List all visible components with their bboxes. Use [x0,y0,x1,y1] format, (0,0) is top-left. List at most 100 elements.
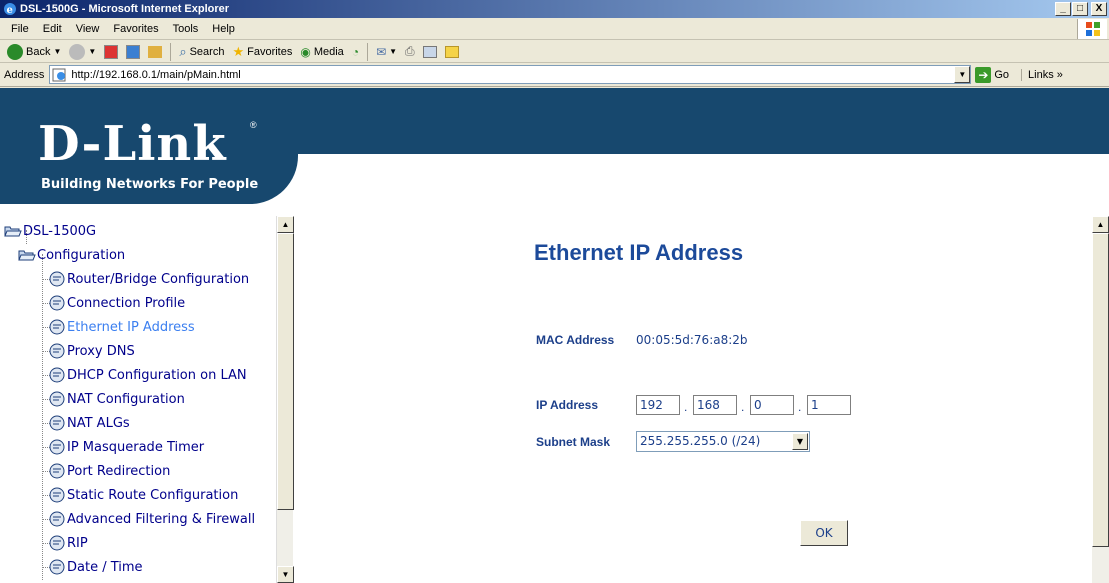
menu-help[interactable]: Help [205,23,242,35]
toolbar: Back ▼ ▼ ⌕ Search ★ Favorites ◉ Media ◔ … [0,41,1109,63]
chevron-down-icon: ▼ [389,47,398,56]
tree-group-label: Configuration [37,247,126,263]
mail-icon: ✉ [376,44,387,59]
tree-item-dhcp-configuration[interactable]: DHCP Configuration on LAN [48,364,247,386]
tree-scrollbar[interactable]: ▲ ▼ [276,216,294,583]
mail-button[interactable]: ✉ ▼ [373,42,400,62]
tree-item-label: NAT ALGs [67,415,130,431]
tree-item-connection-profile[interactable]: Connection Profile [48,292,185,314]
menu-file[interactable]: File [4,23,36,35]
messenger-button[interactable] [442,42,462,62]
tree-item-ip-masquerade-timer[interactable]: IP Masquerade Timer [48,436,204,458]
ok-button[interactable]: OK [800,520,848,546]
tree-group-configuration[interactable]: Configuration [18,244,125,266]
page-document-icon [49,511,65,527]
back-arrow-icon [7,43,23,60]
back-label: Back [26,45,51,58]
media-icon: ◉ [300,44,311,59]
links-button[interactable]: Links » [1021,68,1063,81]
ip-octet-2-input[interactable]: 168 [693,395,737,415]
tree-root-label: DSL-1500G [23,223,97,239]
main-scrollbar[interactable]: ▲ [1092,216,1109,583]
history-button[interactable]: ◔ [349,42,362,62]
ip-dot-separator: . [798,400,802,414]
go-button[interactable]: ➔ Go [975,66,1010,83]
scroll-down-button[interactable]: ▼ [277,566,294,583]
tree-item-static-route[interactable]: Static Route Configuration [48,484,238,506]
subnet-mask-select[interactable]: 255.255.255.0 (/24) ▼ [636,431,810,452]
tree-item-label: Port Redirection [67,463,171,479]
address-input[interactable]: http://192.168.0.1/main/pMain.html ▼ [49,65,972,84]
page-content: D-Link ® Building Networks For People DS… [0,88,1109,583]
tree-root-dsl-1500g[interactable]: DSL-1500G [4,220,96,242]
stop-button[interactable] [101,42,121,62]
page-document-icon [49,343,65,359]
page-title: Ethernet IP Address [534,240,744,265]
tree-item-advanced-filtering[interactable]: Advanced Filtering & Firewall [48,508,255,530]
address-dropdown-button[interactable]: ▼ [954,66,971,83]
refresh-button[interactable] [123,42,143,62]
ip-octet-4-input[interactable]: 1 [807,395,851,415]
tree-item-label: Router/Bridge Configuration [67,271,250,287]
tree-item-nat-algs[interactable]: NAT ALGs [48,412,130,434]
open-folder-icon [4,226,22,237]
page-document-icon [49,295,65,311]
subnet-mask-label: Subnet Mask [536,435,611,449]
svg-text:e: e [7,5,13,16]
page-document-icon [49,535,65,551]
menu-bar: File Edit View Favorites Tools Help [0,18,1109,40]
scroll-thumb[interactable] [277,233,294,510]
scroll-up-button[interactable]: ▲ [1092,216,1109,233]
ip-octet-3-input[interactable]: 0 [750,395,794,415]
star-icon: ★ [232,43,245,59]
chevron-down-icon: ▼ [88,47,97,56]
tree-item-date-time[interactable]: Date / Time [48,556,143,578]
scroll-up-button[interactable]: ▲ [277,216,294,233]
tree-item-proxy-dns[interactable]: Proxy DNS [48,340,135,362]
page-document-icon [49,487,65,503]
page-document-icon [49,367,65,383]
tree-item-label: Proxy DNS [67,343,135,359]
ip-octet-1-input[interactable]: 192 [636,395,680,415]
close-button[interactable]: X [1091,2,1107,16]
window-title: DSL-1500G - Microsoft Internet Explorer [20,3,230,15]
page-document-icon [49,463,65,479]
back-button[interactable]: Back ▼ [4,42,64,62]
ip-dot-separator: . [741,400,745,414]
tree-item-router-bridge[interactable]: Router/Bridge Configuration [48,268,249,290]
edit-button[interactable] [420,42,440,62]
page-document-icon [49,439,65,455]
tree-item-label: DHCP Configuration on LAN [67,367,247,383]
menu-view[interactable]: View [69,23,107,35]
tree-item-label: Advanced Filtering & Firewall [67,511,256,527]
tree-item-rip[interactable]: RIP [48,532,88,554]
media-button[interactable]: ◉ Media [297,42,346,62]
minimize-button[interactable]: _ [1055,2,1071,16]
tree-item-ethernet-ip-address[interactable]: Ethernet IP Address [48,316,195,338]
go-arrow-icon: ➔ [975,66,992,83]
scroll-thumb[interactable] [1092,233,1109,547]
tree-item-nat-configuration[interactable]: NAT Configuration [48,388,185,410]
favorites-button[interactable]: ★ Favorites [229,42,295,62]
window-titlebar[interactable]: e DSL-1500G - Microsoft Internet Explore… [0,0,1109,18]
menu-tools[interactable]: Tools [166,23,206,35]
subnet-mask-value: 255.255.255.0 (/24) [640,434,761,448]
tree-item-port-redirection[interactable]: Port Redirection [48,460,170,482]
home-button[interactable] [145,42,165,62]
print-button[interactable]: ⎙ [402,42,418,62]
windows-logo-icon [1077,19,1107,39]
page-document-icon [49,391,65,407]
print-icon: ⎙ [405,44,415,58]
menu-favorites[interactable]: Favorites [106,23,165,35]
registered-mark: ® [250,120,257,130]
search-button[interactable]: ⌕ Search [176,42,227,62]
go-label: Go [994,68,1010,81]
chevron-down-icon: ▼ [53,47,62,56]
history-icon: ◔ [351,44,360,59]
chevron-down-icon[interactable]: ▼ [792,433,808,450]
maximize-button[interactable]: □ [1072,2,1088,16]
forward-button[interactable]: ▼ [66,42,99,62]
tree-item-label: IP Masquerade Timer [67,439,205,455]
menu-edit[interactable]: Edit [36,23,69,35]
refresh-icon [126,44,141,59]
